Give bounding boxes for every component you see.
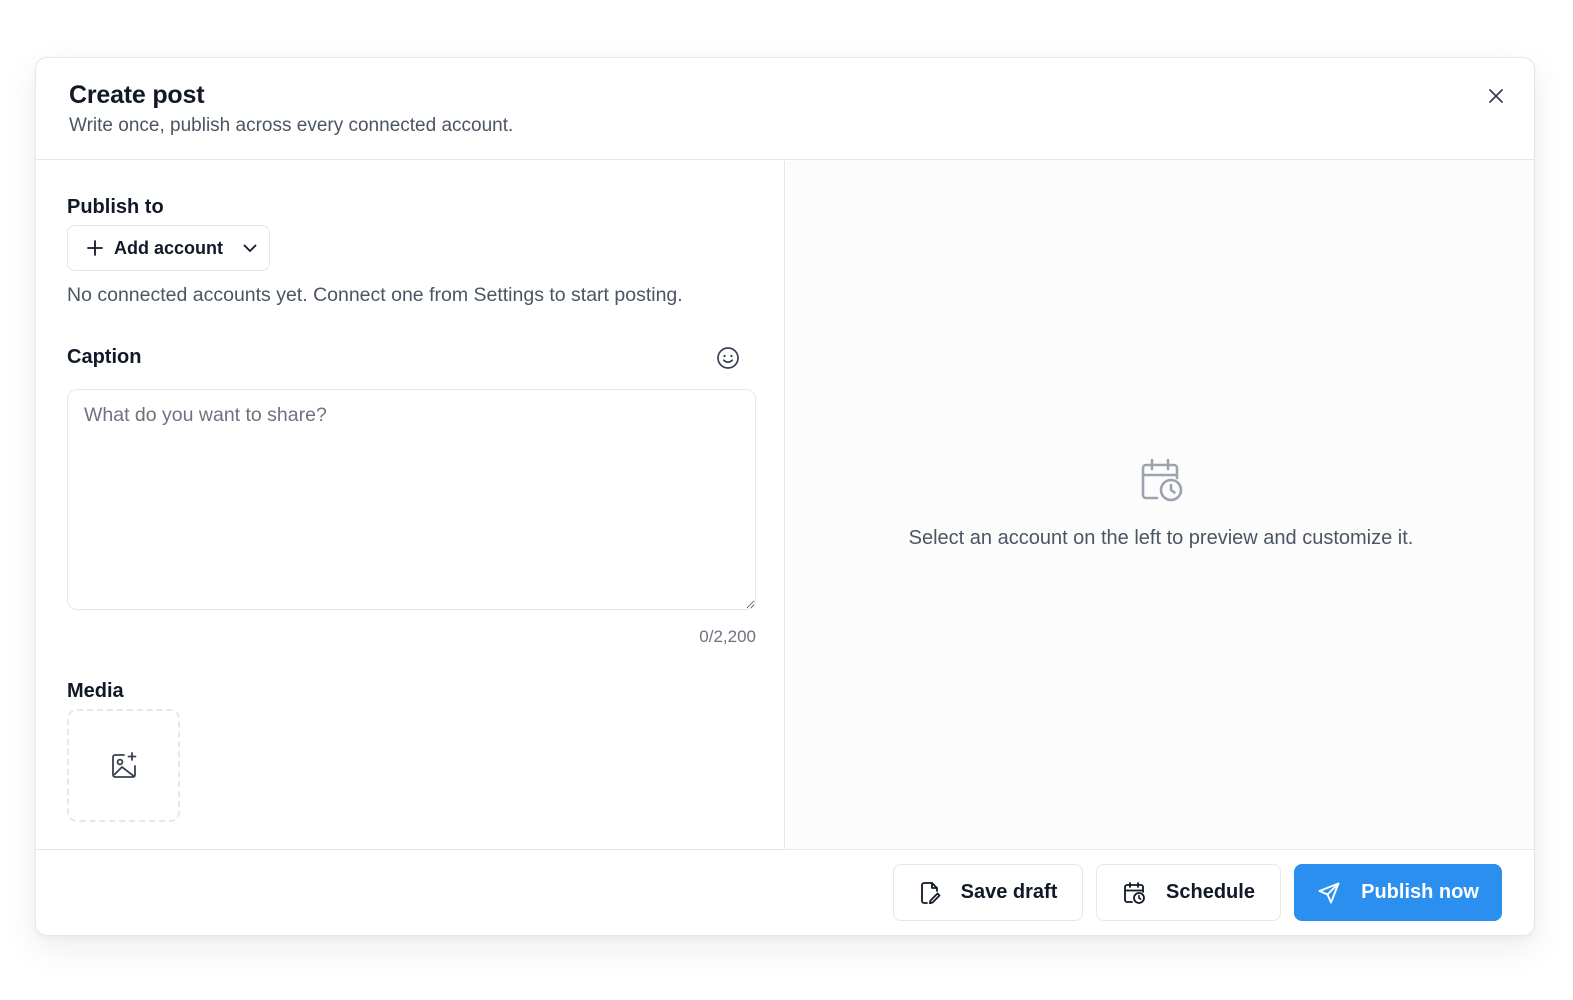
preview-empty-state: Select an account on the left to preview… bbox=[786, 456, 1534, 550]
dialog-subtitle: Write once, publish across every connect… bbox=[69, 115, 514, 136]
add-account-button[interactable]: Add account bbox=[67, 225, 270, 271]
add-media-button[interactable] bbox=[67, 709, 180, 822]
schedule-label: Schedule bbox=[1166, 881, 1255, 903]
add-account-label: Add account bbox=[114, 237, 224, 258]
media-label: Media bbox=[67, 680, 124, 702]
image-plus-icon bbox=[111, 751, 136, 778]
chevron-down-icon bbox=[243, 244, 257, 252]
preview-empty-text: Select an account on the left to preview… bbox=[908, 527, 1414, 549]
create-post-dialog: Create post Write once, publish across e… bbox=[35, 57, 1535, 936]
schedule-button[interactable]: Schedule bbox=[1096, 864, 1281, 921]
smile-icon bbox=[717, 347, 739, 369]
caption-character-counter: 0/2,200 bbox=[699, 627, 756, 646]
calendar-clock-icon bbox=[1124, 881, 1145, 904]
caption-label: Caption bbox=[67, 346, 142, 368]
dialog-title: Create post bbox=[69, 81, 205, 109]
publish-now-label: Publish now bbox=[1361, 881, 1479, 903]
file-edit-icon bbox=[920, 881, 941, 904]
emoji-button[interactable] bbox=[714, 344, 742, 372]
compose-panel: Publish to Add account No connected acco… bbox=[36, 161, 785, 849]
dialog-footer: Save draft Schedule Publish now bbox=[36, 849, 1534, 935]
save-draft-button[interactable]: Save draft bbox=[893, 864, 1083, 921]
calendar-clock-icon bbox=[1141, 458, 1183, 502]
plus-icon bbox=[87, 240, 103, 256]
publish-to-label: Publish to bbox=[67, 196, 164, 218]
dialog-header: Create post Write once, publish across e… bbox=[36, 58, 1534, 160]
close-icon bbox=[1489, 89, 1503, 103]
close-button[interactable] bbox=[1480, 80, 1512, 112]
no-accounts-hint: No connected accounts yet. Connect one f… bbox=[67, 284, 683, 306]
publish-now-button[interactable]: Publish now bbox=[1294, 864, 1502, 921]
preview-panel: Select an account on the left to preview… bbox=[786, 161, 1534, 849]
send-icon bbox=[1318, 882, 1340, 903]
save-draft-label: Save draft bbox=[960, 881, 1058, 903]
caption-input[interactable] bbox=[67, 389, 756, 610]
